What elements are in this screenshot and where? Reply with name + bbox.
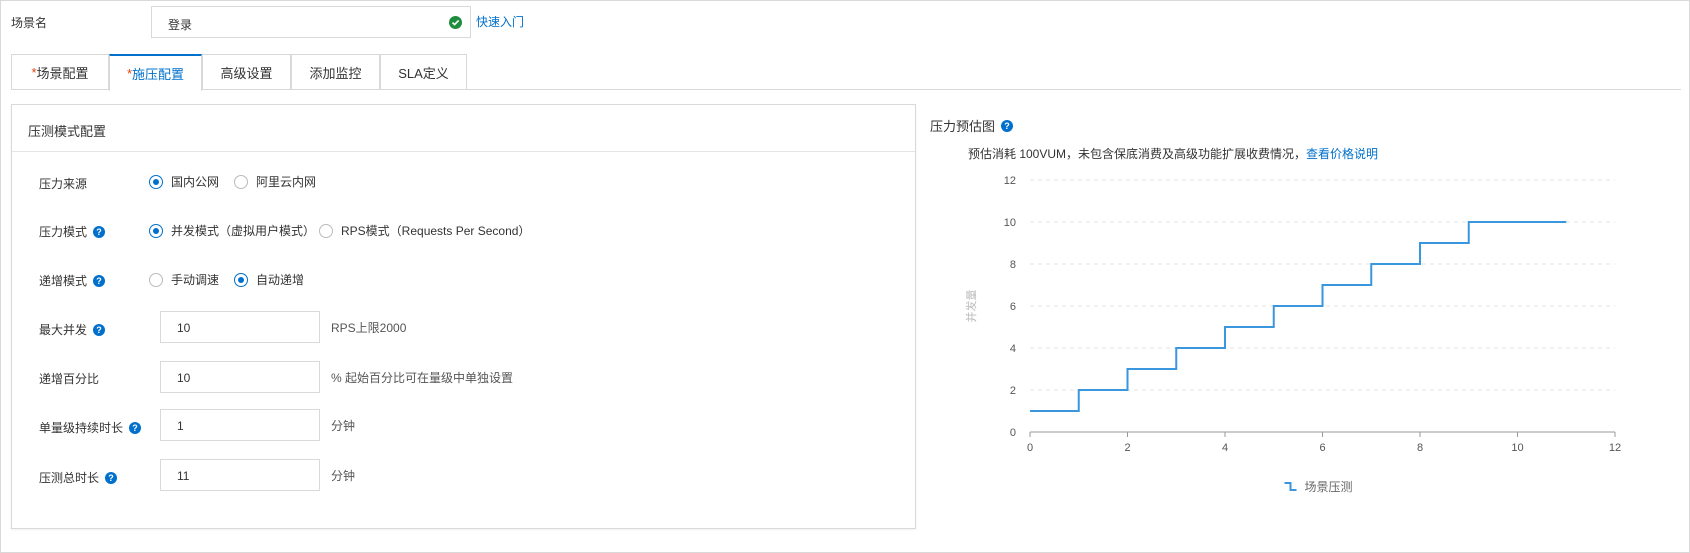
total-duration-input[interactable]: 11 bbox=[160, 459, 320, 491]
y-axis-title: 并发量 bbox=[964, 290, 978, 323]
total-duration-text: 压测总时长 bbox=[39, 471, 100, 485]
max-concurrency-label: 最大并发 ? bbox=[39, 321, 106, 338]
tabs-divider bbox=[11, 89, 1681, 90]
tab-label: 场景配置 bbox=[36, 66, 89, 81]
radio-dot bbox=[319, 223, 333, 238]
check-circle-icon bbox=[449, 16, 462, 29]
ramp-percent-input[interactable]: 10 bbox=[160, 361, 320, 393]
x-tick-label: 4 bbox=[1222, 442, 1228, 454]
scene-name-label: 场景名 bbox=[11, 16, 48, 30]
radio-dot-selected bbox=[149, 174, 163, 189]
ramp-percent-label: 递增百分比 bbox=[39, 370, 99, 387]
cost-estimate-note: 预估消耗 100VUM，未包含保底消费及高级功能扩展收费情况，查看价格说明 bbox=[968, 145, 1378, 162]
panel-header: 压测模式配置 bbox=[12, 105, 915, 152]
pressure-mode-label: 压力模式 ? bbox=[39, 223, 106, 240]
radio-concurrency-mode[interactable]: 并发模式（虚拟用户模式） bbox=[149, 222, 315, 239]
pricing-link[interactable]: 查看价格说明 bbox=[1306, 147, 1378, 161]
y-tick-label: 0 bbox=[1010, 427, 1016, 439]
level-duration-text: 单量级持续时长 bbox=[39, 421, 124, 435]
tab-scene-config[interactable]: * 场景配置 bbox=[11, 54, 109, 90]
tab-label: 施压配置 bbox=[132, 67, 185, 82]
radio-domestic-public[interactable]: 国内公网 bbox=[149, 173, 219, 190]
help-icon[interactable]: ? bbox=[93, 274, 106, 287]
tab-label: 高级设置 bbox=[220, 66, 273, 81]
level-duration-unit: 分钟 bbox=[331, 419, 356, 433]
x-tick-label: 2 bbox=[1124, 442, 1130, 454]
help-icon[interactable]: ? bbox=[93, 225, 106, 238]
max-concurrency-hint: RPS上限2000 bbox=[331, 321, 407, 335]
ramp-percent-hint: % 起始百分比可在量级中单独设置 bbox=[331, 371, 514, 385]
x-tick-label: 8 bbox=[1417, 442, 1423, 454]
y-tick-label: 12 bbox=[1004, 175, 1016, 187]
total-duration-unit: 分钟 bbox=[331, 469, 356, 483]
radio-label: RPS模式（Requests Per Second） bbox=[341, 224, 531, 238]
level-duration-input[interactable]: 1 bbox=[160, 409, 320, 441]
y-tick-label: 8 bbox=[1010, 259, 1016, 271]
step-line-legend-icon bbox=[1284, 482, 1297, 491]
help-icon[interactable]: ? bbox=[93, 323, 106, 336]
tab-label: 添加监控 bbox=[309, 66, 362, 81]
input-value: 10 bbox=[177, 321, 191, 335]
x-tick-label: 10 bbox=[1511, 442, 1523, 454]
max-concurrency-text: 最大并发 bbox=[39, 323, 88, 337]
radio-label: 阿里云内网 bbox=[256, 175, 317, 189]
scene-name-value: 登录 bbox=[168, 18, 193, 32]
radio-aliyun-intranet[interactable]: 阿里云内网 bbox=[234, 173, 316, 190]
pressure-mode-panel: 压测模式配置 压力来源 国内公网 阿里云内网 压力模式 ? 并发模式（虚拟用户模… bbox=[11, 104, 916, 529]
x-tick-label: 0 bbox=[1027, 442, 1033, 454]
level-duration-label: 单量级持续时长 ? bbox=[39, 419, 142, 436]
ramp-mode-label: 递增模式 ? bbox=[39, 272, 106, 289]
help-icon[interactable]: ? bbox=[105, 471, 118, 484]
max-concurrency-input[interactable]: 10 bbox=[160, 311, 320, 343]
total-duration-label: 压测总时长 ? bbox=[39, 469, 118, 486]
tab-label: SLA定义 bbox=[398, 66, 449, 81]
input-value: 1 bbox=[177, 419, 184, 433]
radio-label: 自动递增 bbox=[256, 273, 305, 287]
y-tick-label: 10 bbox=[1004, 217, 1016, 229]
pressure-source-text: 压力来源 bbox=[39, 177, 88, 191]
tab-advanced-settings[interactable]: 高级设置 bbox=[202, 54, 291, 90]
radio-dot-selected bbox=[234, 272, 248, 287]
help-icon[interactable]: ? bbox=[129, 421, 142, 434]
radio-dot bbox=[149, 272, 163, 287]
radio-auto-ramp[interactable]: 自动递增 bbox=[234, 271, 304, 288]
radio-manual-speed[interactable]: 手动调速 bbox=[149, 271, 219, 288]
pressure-estimate-chart: 0 2 4 6 8 10 12 0 2 4 6 8 10 12 并发量 场景压测 bbox=[964, 175, 1621, 494]
radio-label: 国内公网 bbox=[171, 175, 220, 189]
pressure-mode-text: 压力模式 bbox=[39, 225, 88, 239]
tab-sla-definition[interactable]: SLA定义 bbox=[380, 54, 467, 90]
scene-name-input[interactable]: 登录 bbox=[151, 6, 471, 38]
radio-dot bbox=[234, 174, 248, 189]
tab-add-monitoring[interactable]: 添加监控 bbox=[291, 54, 380, 90]
quick-start-link[interactable]: 快速入门 bbox=[476, 13, 524, 30]
panel-title: 压测模式配置 bbox=[28, 124, 107, 139]
input-value: 10 bbox=[177, 371, 191, 385]
y-tick-label: 2 bbox=[1010, 385, 1016, 397]
radio-label: 并发模式（虚拟用户模式） bbox=[171, 224, 316, 238]
y-tick-label: 6 bbox=[1010, 301, 1016, 313]
radio-rps-mode[interactable]: RPS模式（Requests Per Second） bbox=[319, 222, 530, 239]
input-value: 11 bbox=[177, 469, 190, 483]
pressure-source-label: 压力来源 bbox=[39, 175, 87, 192]
x-tick-label: 12 bbox=[1609, 442, 1621, 454]
series-line-scene-load bbox=[1030, 221, 1567, 412]
tab-pressure-config[interactable]: * 施压配置 bbox=[109, 54, 202, 91]
cost-estimate-text: 预估消耗 100VUM，未包含保底消费及高级功能扩展收费情况， bbox=[968, 147, 1307, 161]
chart-title-text: 压力预估图 bbox=[930, 119, 996, 134]
x-tick-label: 6 bbox=[1319, 442, 1325, 454]
chart-title: 压力预估图 ? bbox=[930, 116, 1014, 135]
y-tick-label: 4 bbox=[1010, 343, 1016, 355]
help-icon[interactable]: ? bbox=[1001, 119, 1014, 132]
legend-label[interactable]: 场景压测 bbox=[1305, 480, 1353, 494]
radio-dot-selected bbox=[149, 223, 163, 238]
ramp-percent-text: 递增百分比 bbox=[39, 372, 100, 386]
ramp-mode-text: 递增模式 bbox=[39, 274, 88, 288]
radio-label: 手动调速 bbox=[171, 273, 220, 287]
